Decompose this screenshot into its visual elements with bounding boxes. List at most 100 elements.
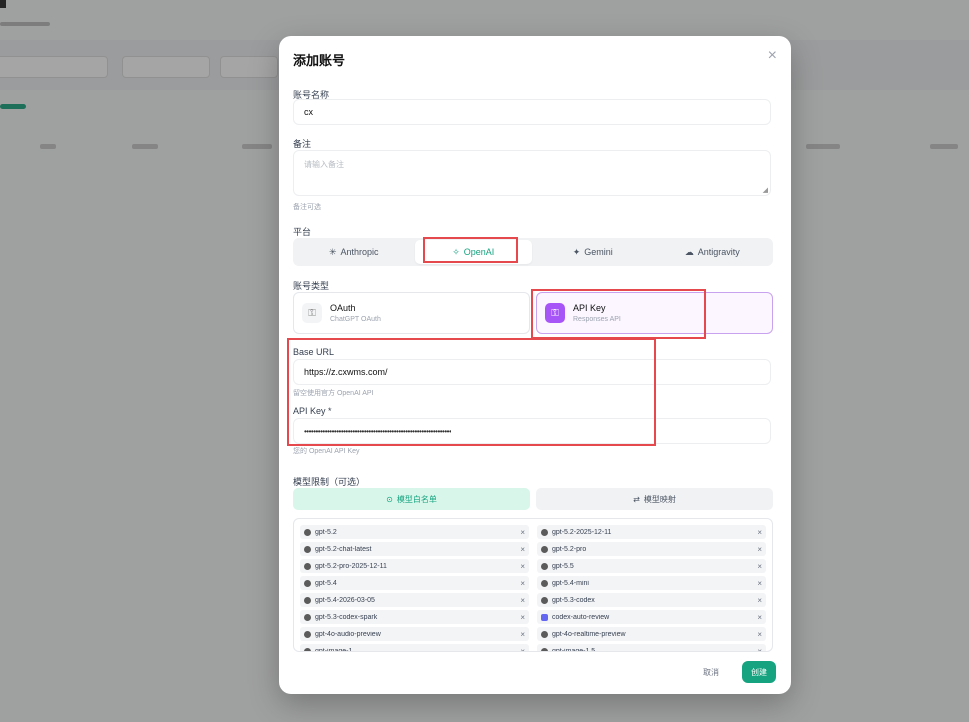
remove-icon[interactable]: × — [520, 613, 525, 622]
model-chip: gpt-5.4 × — [300, 576, 529, 590]
platform-option-antigravity[interactable]: ☁ Antigravity — [654, 240, 772, 264]
model-chip: gpt-5.2-2025-12-11 × — [537, 525, 766, 539]
model-chip: gpt-5.3-codex-spark × — [300, 610, 529, 624]
base-url-input[interactable]: https://z.cxwms.com/ — [293, 359, 771, 385]
remove-icon[interactable]: × — [757, 528, 762, 537]
model-chip: gpt-5.2-chat-latest × — [300, 542, 529, 556]
openai-icon — [541, 647, 548, 651]
account-type-oauth[interactable]: ⚿ OAuth ChatGPT OAuth — [293, 292, 530, 334]
remove-icon[interactable]: × — [757, 545, 762, 554]
openai-icon — [541, 579, 548, 587]
create-button[interactable]: 创建 — [742, 661, 776, 683]
model-chip: gpt-5.2-pro × — [537, 542, 766, 556]
account-name-input[interactable]: cx — [293, 99, 771, 125]
base-url-hint: 留空使用官方 OpenAI API — [293, 390, 374, 397]
api-key-label: API Key * — [293, 406, 332, 416]
model-chip-label: gpt-5.3-codex — [552, 596, 595, 604]
base-url-value: https://z.cxwms.com/ — [304, 367, 388, 377]
model-chip-label: gpt-5.4-2026-03-05 — [315, 596, 375, 604]
openai-icon: ✧ — [452, 246, 460, 257]
model-chip: gpt-4o-audio-preview × — [300, 627, 529, 641]
account-type-selector: ⚿ OAuth ChatGPT OAuth ⚿ API Key Response… — [293, 292, 773, 334]
remove-icon[interactable]: × — [757, 613, 762, 622]
remove-icon[interactable]: × — [520, 647, 525, 652]
platform-option-anthropic[interactable]: ✳ Anthropic — [295, 240, 413, 264]
key-icon: ⚿ — [302, 303, 322, 323]
model-chip-label: codex-auto-review — [552, 613, 610, 621]
model-chip: gpt-image-1 × — [300, 644, 529, 652]
remove-icon[interactable]: × — [520, 630, 525, 639]
check-circle-icon: ⊙ — [386, 494, 393, 504]
model-limit-tabs: ⊙ 模型白名单 ⇄ 模型映射 — [293, 488, 773, 510]
tab-model-mapping[interactable]: ⇄ 模型映射 — [536, 488, 773, 510]
close-icon[interactable]: × — [768, 48, 777, 64]
openai-icon — [304, 562, 311, 570]
account-name-value: cx — [304, 107, 313, 117]
anthropic-icon: ✳ — [328, 246, 337, 257]
model-chip: codex-auto-review × — [537, 610, 766, 624]
cloud-icon: ☁ — [684, 246, 694, 257]
platform-option-gemini[interactable]: ✦ Gemini — [534, 240, 652, 264]
account-type-subtitle: Responses API — [573, 316, 621, 323]
model-chip-label: gpt-5.4 — [315, 579, 337, 587]
platform-option-label: OpenAI — [463, 247, 495, 257]
model-chip: gpt-5.3-codex × — [537, 593, 766, 607]
model-chip-label: gpt-4o-realtime-preview — [552, 630, 626, 638]
openai-icon — [541, 545, 548, 553]
platform-option-openai[interactable]: ✧ OpenAI — [414, 240, 532, 264]
model-chip-label: gpt-5.5 — [552, 562, 574, 570]
tab-label: 模型白名单 — [396, 494, 437, 504]
remove-icon[interactable]: × — [757, 630, 762, 639]
remove-icon[interactable]: × — [520, 579, 525, 588]
remove-icon[interactable]: × — [757, 579, 762, 588]
model-chip-label: gpt-image-1 — [315, 647, 353, 652]
tab-model-whitelist[interactable]: ⊙ 模型白名单 — [293, 488, 530, 510]
codex-icon — [541, 613, 548, 621]
platform-option-label: Antigravity — [697, 247, 740, 257]
tab-label: 模型映射 — [643, 494, 676, 504]
model-chip-label: gpt-5.2 — [315, 528, 337, 536]
notes-hint: 备注可选 — [293, 204, 321, 211]
remove-icon[interactable]: × — [757, 647, 762, 652]
remove-icon[interactable]: × — [520, 528, 525, 537]
platform-option-label: Gemini — [584, 247, 613, 257]
api-key-input[interactable]: ••••••••••••••••••••••••••••••••••••••••… — [293, 418, 771, 444]
platform-selector: ✳ Anthropic ✧ OpenAI ✦ Gemini ☁ Antigrav… — [293, 238, 773, 266]
openai-icon — [304, 613, 311, 621]
model-chip: gpt-5.5 × — [537, 559, 766, 573]
model-chip-label: gpt-5.4-mini — [552, 579, 589, 587]
account-type-api-key[interactable]: ⚿ API Key Responses API — [536, 292, 773, 334]
remove-icon[interactable]: × — [757, 562, 762, 571]
model-chip-label: gpt-4o-audio-preview — [315, 630, 381, 638]
cancel-button[interactable]: 取消 — [703, 667, 719, 678]
account-type-label: 账号类型 — [293, 281, 330, 291]
api-key-value: ••••••••••••••••••••••••••••••••••••••••… — [304, 426, 452, 436]
remove-icon[interactable]: × — [757, 596, 762, 605]
model-chip-label: gpt-image-1.5 — [552, 647, 596, 652]
model-chip: gpt-5.4-mini × — [537, 576, 766, 590]
swap-icon: ⇄ — [633, 494, 640, 504]
notes-textarea[interactable]: 请输入备注 ◢ — [293, 150, 771, 196]
model-chip: gpt-4o-realtime-preview × — [537, 627, 766, 641]
model-chip-label: gpt-5.2-chat-latest — [315, 545, 372, 553]
account-type-title: OAuth — [330, 303, 356, 313]
remove-icon[interactable]: × — [520, 545, 525, 554]
model-chip-label: gpt-5.2-2025-12-11 — [552, 528, 612, 536]
model-whitelist-list[interactable]: gpt-5.2 × gpt-5.2-2025-12-11 × gpt-5.2-chat-… — [293, 518, 773, 652]
platform-label: 平台 — [293, 227, 312, 237]
openai-icon — [541, 528, 548, 536]
openai-icon — [304, 647, 311, 651]
base-url-label: Base URL — [293, 347, 335, 357]
openai-icon — [541, 596, 548, 604]
openai-icon — [541, 562, 548, 570]
remove-icon[interactable]: × — [520, 562, 525, 571]
add-account-modal: 添加账号 × 账号名称 cx 备注 请输入备注 ◢ 备注可选 平台 ✳ Anth… — [279, 36, 791, 694]
remove-icon[interactable]: × — [520, 596, 525, 605]
account-type-subtitle: ChatGPT OAuth — [330, 316, 381, 323]
openai-icon — [304, 579, 311, 587]
openai-icon — [304, 630, 311, 638]
model-limit-label: 模型限制（可选） — [293, 477, 366, 487]
resize-handle-icon[interactable]: ◢ — [763, 186, 768, 194]
notes-label: 备注 — [293, 139, 312, 149]
openai-icon — [304, 596, 311, 604]
